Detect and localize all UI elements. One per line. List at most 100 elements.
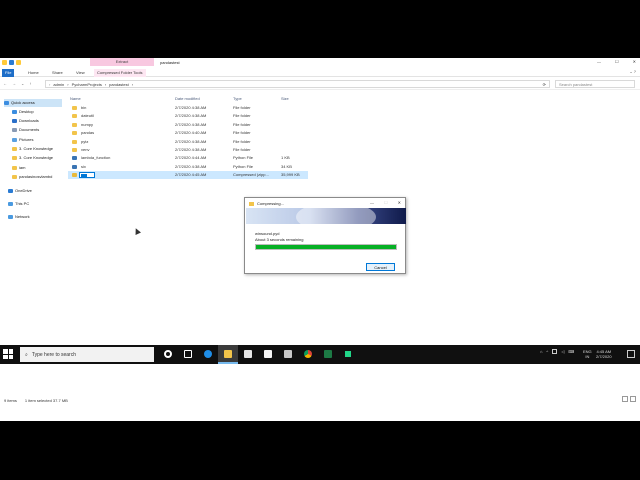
nav-this-pc[interactable]: This PC — [8, 200, 29, 208]
taskbar-search[interactable]: ⌕ Type here to search — [20, 347, 154, 362]
file-row[interactable]: bin 2/7/2020 4:38 AM File folder — [68, 104, 308, 112]
file-row[interactable]: 2/7/2020 4:45 AM Compressed (zipp... 35,99… — [68, 171, 308, 180]
tab-home[interactable]: Home — [25, 69, 42, 77]
file-name: six — [81, 163, 86, 169]
file-row[interactable]: pandas 2/7/2020 4:40 AM File folder — [68, 129, 308, 137]
item-count: 9 items — [4, 398, 17, 403]
start-button[interactable] — [3, 349, 13, 359]
file-row[interactable]: pytz 2/7/2020 4:38 AM File folder — [68, 138, 308, 146]
language-indicator[interactable]: ENG IN — [583, 349, 592, 359]
nav-item-pictures[interactable]: Pictures — [12, 136, 33, 144]
forward-arrow-icon[interactable]: → — [12, 81, 16, 86]
file-row[interactable]: lambda_function 2/7/2020 4:44 AM Python Fi… — [68, 154, 308, 162]
mail-icon[interactable] — [258, 345, 278, 364]
file-name: pytz — [81, 138, 89, 144]
clock[interactable]: 4:45 AM 2/7/2020 — [596, 349, 612, 359]
cancel-button[interactable]: Cancel — [366, 263, 395, 271]
dialog-minimize-button[interactable]: — — [370, 200, 374, 205]
nav-network[interactable]: Network — [8, 213, 30, 221]
keyboard-icon[interactable]: ⌨ — [568, 349, 574, 354]
refresh-icon[interactable]: ⟳ — [543, 82, 546, 87]
volume-icon[interactable]: ◁ — [561, 349, 564, 354]
search-input[interactable]: Search pandastest — [555, 80, 635, 88]
cloud-icon — [8, 189, 13, 193]
file-date: 2/7/2020 4:40 AM — [175, 130, 207, 136]
large-icons-view-icon[interactable] — [630, 396, 636, 402]
nav-item-downloads[interactable]: Downloads — [12, 117, 39, 125]
properties-icon[interactable] — [9, 60, 14, 65]
people-icon[interactable]: ⌂ — [540, 349, 542, 354]
file-type: File folder — [233, 138, 251, 144]
excel-icon[interactable] — [318, 345, 338, 364]
nav-item-pandasinosvlambd[interactable]: pandasinosvlambd — [12, 173, 52, 181]
close-button[interactable]: ✕ — [633, 59, 636, 64]
tab-share[interactable]: Share — [49, 69, 66, 77]
cortana-icon[interactable] — [158, 345, 178, 364]
help-icon[interactable]: ⌄ ? — [629, 69, 636, 74]
rename-input[interactable] — [79, 172, 95, 179]
breadcrumb-pandastest[interactable]: pandastest — [109, 82, 129, 87]
ribbon-tabs: File Home Share View Compressed Folder T… — [0, 68, 640, 77]
nav-onedrive[interactable]: OneDrive — [8, 187, 32, 195]
desktop-icon — [12, 110, 17, 114]
file-date: 2/7/2020 4:38 AM — [175, 121, 207, 127]
details-view-icon[interactable] — [622, 396, 628, 402]
back-arrow-icon[interactable]: ← — [3, 81, 7, 86]
store-icon[interactable] — [238, 345, 258, 364]
file-row[interactable]: six 2/7/2020 4:38 AM Python File 34 KB — [68, 163, 308, 171]
column-header-name[interactable]: Name — [70, 96, 81, 103]
tab-file[interactable]: File — [2, 69, 15, 77]
mouse-cursor — [133, 227, 141, 235]
address-bar[interactable]: › admin › PycharmProjects › pandastest ›… — [45, 80, 550, 88]
nav-item-iam[interactable]: iam — [12, 164, 25, 172]
file-name: venv — [81, 147, 90, 152]
folder-icon — [72, 106, 77, 110]
nav-item-core-knowledge-2[interactable]: 3. Core Knowledge — [12, 154, 53, 162]
taskbar-search-placeholder: Type here to search — [31, 351, 77, 358]
selection-info: 1 item selected 37.7 MB — [24, 398, 68, 403]
file-date: 2/7/2020 4:38 AM — [175, 163, 207, 169]
compressing-dialog: Compressing... — ☐ ✕ winsound.pyd About … — [244, 197, 406, 274]
recent-chevron-icon[interactable]: ⌄ — [21, 81, 24, 86]
column-header-date[interactable]: Date modified — [175, 96, 200, 103]
folder-icon — [12, 156, 17, 160]
folder-icon — [72, 114, 77, 119]
breadcrumb-pycharmprojects[interactable]: PycharmProjects — [72, 82, 102, 87]
tab-compressed-folder-tools[interactable]: Compressed Folder Tools — [94, 69, 146, 77]
folder-icon — [12, 175, 17, 179]
up-arrow-icon[interactable]: ↑ — [29, 81, 31, 86]
pycharm-icon[interactable] — [338, 345, 358, 364]
nav-item-desktop[interactable]: Desktop — [12, 108, 34, 116]
chrome-icon[interactable] — [298, 345, 318, 364]
nav-item-core-knowledge-1[interactable]: 3. Core Knowledge — [12, 145, 53, 153]
edge-icon[interactable] — [198, 345, 218, 364]
file-size: 35,999 KB — [281, 172, 300, 178]
nav-item-documents[interactable]: Documents — [12, 126, 39, 134]
tab-view[interactable]: View — [73, 69, 88, 77]
column-header-type[interactable]: Type — [233, 96, 242, 103]
minimize-button[interactable]: — — [597, 59, 601, 64]
network-tray-icon[interactable] — [552, 349, 558, 354]
file-row[interactable]: dateutil 2/7/2020 4:38 AM File folder — [68, 112, 308, 120]
folder-icon — [12, 166, 17, 170]
app-icon[interactable] — [278, 345, 298, 364]
file-row[interactable]: venv 2/7/2020 4:38 AM File folder — [68, 146, 308, 154]
column-header-size[interactable]: Size — [281, 96, 289, 103]
file-name: pandas — [81, 130, 95, 136]
folder-icon — [12, 147, 17, 151]
maximize-button[interactable]: ☐ — [615, 59, 619, 64]
quick-access-toolbar — [2, 60, 21, 65]
file-size: 1 KB — [281, 155, 290, 161]
file-type: File folder — [233, 121, 251, 127]
new-folder-icon[interactable] — [16, 60, 21, 65]
file-explorer-icon[interactable] — [218, 345, 238, 364]
file-name: dateutil — [81, 113, 94, 119]
search-icon: ⌕ — [25, 351, 28, 358]
breadcrumb-admin[interactable]: admin — [53, 82, 64, 87]
task-view-icon[interactable] — [178, 345, 198, 364]
notification-icon[interactable] — [627, 350, 635, 358]
file-row[interactable]: numpy 2/7/2020 4:38 AM File folder — [68, 121, 308, 129]
show-hidden-icon[interactable]: ^ — [546, 349, 548, 354]
dialog-close-button[interactable]: ✕ — [398, 200, 401, 205]
nav-quick-access[interactable]: Quick access — [4, 99, 62, 107]
